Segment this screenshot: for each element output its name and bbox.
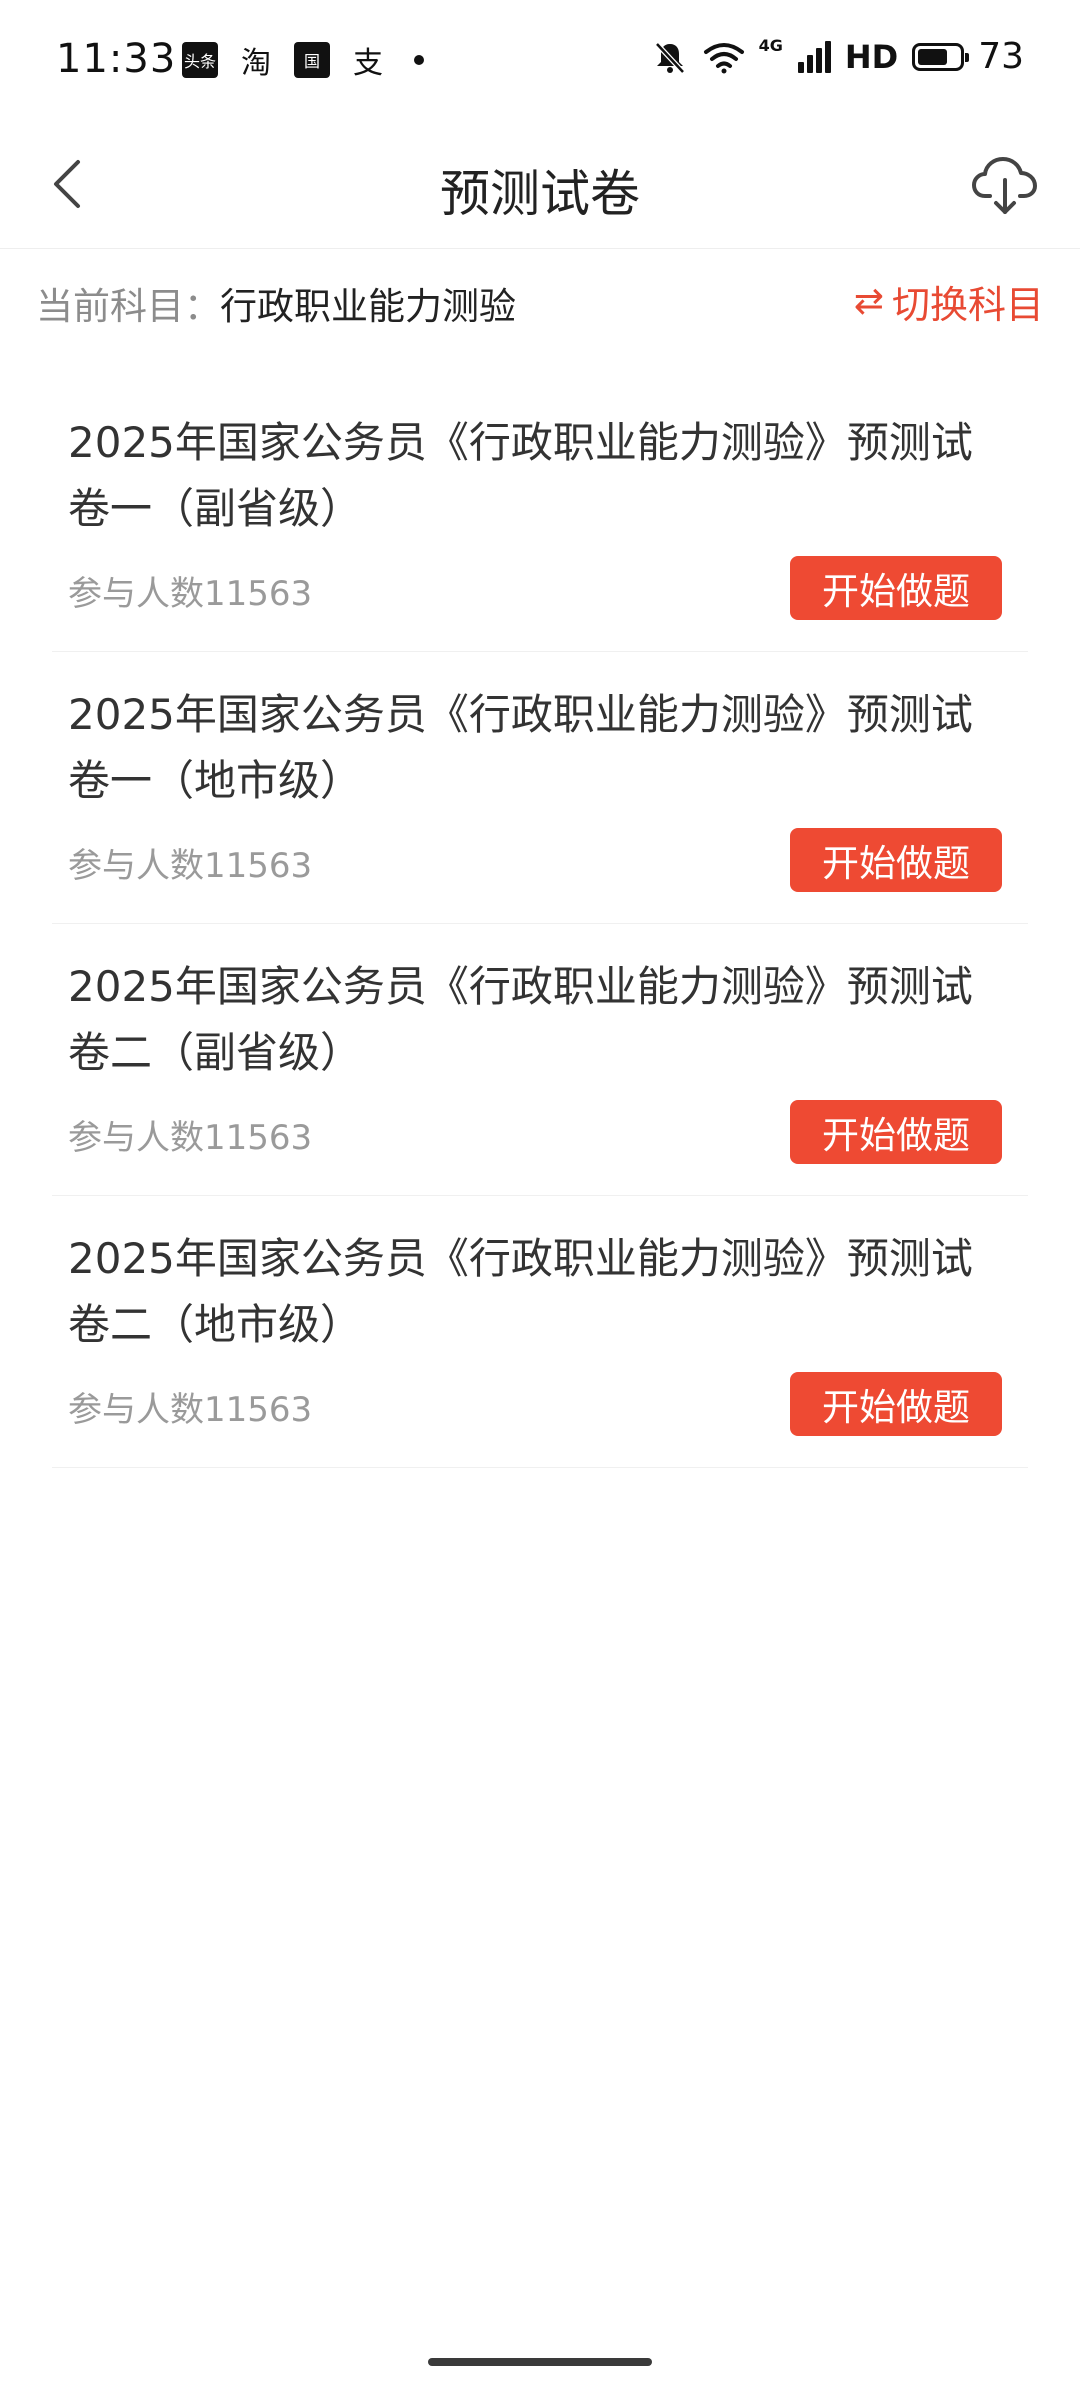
paper-title: 2025年国家公务员《行政职业能力测验》预测试卷一（地市级） (68, 690, 973, 805)
signal-icon (797, 40, 831, 73)
paper-title: 2025年国家公务员《行政职业能力测验》预测试卷二（地市级） (68, 1234, 973, 1349)
status-app-icons: 头条 淘 国 支 (182, 42, 424, 81)
current-subject-value: 行政职业能力测验 (220, 285, 516, 328)
paper-participants: 参与人数11563 (68, 1390, 313, 1430)
mute-icon (654, 41, 685, 74)
current-subject-label: 当前科目： (36, 285, 221, 328)
network-type-label: 4G (758, 36, 783, 55)
battery-icon (912, 42, 970, 71)
paper-title: 2025年国家公务员《行政职业能力测验》预测试卷二（副省级） (68, 962, 973, 1077)
home-indicator[interactable] (428, 2358, 652, 2366)
paper-list: 2025年国家公务员《行政职业能力测验》预测试卷一（副省级） 参与人数11563… (52, 380, 1028, 1468)
status-bar: 11:33 头条 淘 国 支 4G HD 73 (0, 0, 1080, 120)
paper-participants: 参与人数11563 (68, 574, 313, 614)
hd-indicator: HD (844, 37, 899, 76)
start-exam-button[interactable]: 开始做题 (790, 1100, 1002, 1164)
more-notifications-dot-icon (414, 55, 424, 65)
switch-subject-label: 切换科目 (891, 283, 1044, 327)
switch-arrows-icon: ⇄ (853, 281, 884, 322)
battery-level: 73 (978, 36, 1024, 77)
paper-title: 2025年国家公务员《行政职业能力测验》预测试卷一（副省级） (68, 418, 973, 533)
paper-item[interactable]: 2025年国家公务员《行政职业能力测验》预测试卷一（副省级） 参与人数11563… (52, 380, 1028, 652)
subject-bar: 当前科目： 行政职业能力测验 ⇄ 切换科目 (0, 250, 1080, 350)
battery-fill (918, 48, 948, 65)
paper-item[interactable]: 2025年国家公务员《行政职业能力测验》预测试卷二（副省级） 参与人数11563… (52, 924, 1028, 1196)
start-exam-button[interactable]: 开始做题 (790, 556, 1002, 620)
start-exam-button[interactable]: 开始做题 (790, 1372, 1002, 1436)
taobao-app-icon: 淘 (241, 46, 271, 81)
toutiao-app-icon: 头条 (182, 42, 218, 78)
page-title: 预测试卷 (440, 165, 640, 223)
paper-item[interactable]: 2025年国家公务员《行政职业能力测验》预测试卷二（地市级） 参与人数11563… (52, 1196, 1028, 1468)
paper-participants: 参与人数11563 (68, 1118, 313, 1158)
paper-item[interactable]: 2025年国家公务员《行政职业能力测验》预测试卷一（地市级） 参与人数11563… (52, 652, 1028, 924)
start-exam-button[interactable]: 开始做题 (790, 828, 1002, 892)
news-app-icon: 国 (294, 42, 330, 78)
switch-subject-button[interactable]: ⇄ 切换科目 (854, 274, 1044, 329)
status-time: 11:33 (56, 36, 177, 82)
nav-bar: 预测试卷 (0, 120, 1080, 249)
alipay-app-icon: 支 (353, 46, 383, 81)
screen: 11:33 头条 淘 国 支 4G HD 73 预测试卷 当前科目： 行政职业能… (0, 0, 1080, 2400)
cloud-download-icon[interactable] (970, 150, 1040, 220)
status-indicators: 4G HD 73 (651, 36, 1024, 77)
paper-participants: 参与人数11563 (68, 846, 313, 886)
wifi-icon (703, 42, 744, 73)
